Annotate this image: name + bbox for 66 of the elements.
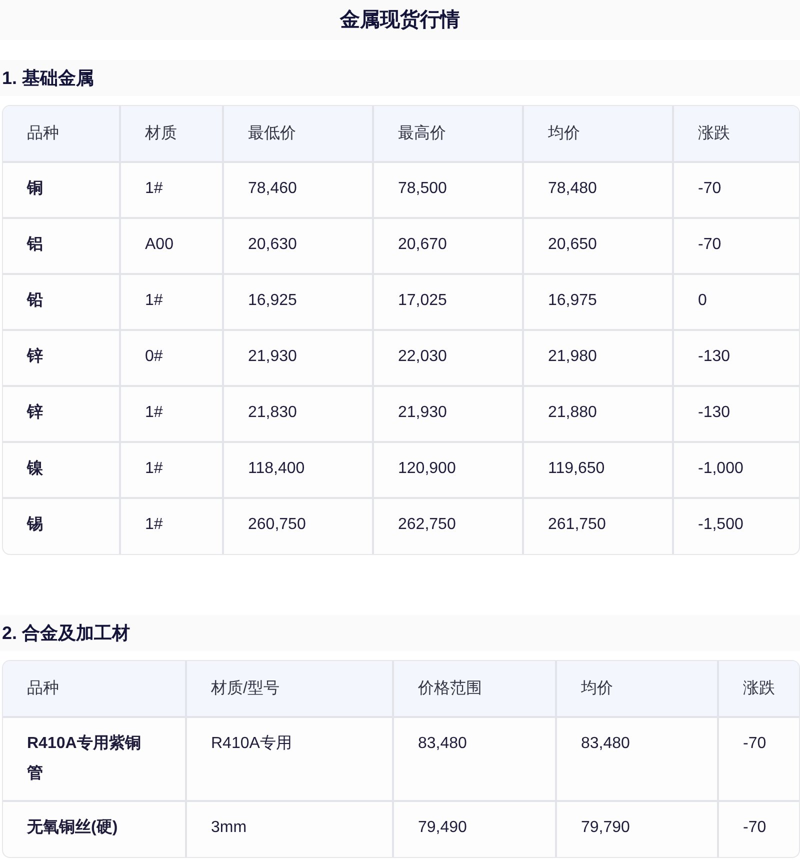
table-cell: 20,670 <box>373 218 523 274</box>
column-header: 最高价 <box>373 106 523 162</box>
table-cell: 119,650 <box>523 442 673 498</box>
table-cell: 83,480 <box>556 717 718 801</box>
table-cell: 3mm <box>186 801 393 857</box>
table-cell: 1# <box>120 162 223 218</box>
column-header: 品种 <box>3 106 120 162</box>
table-cell: R410A专用 <box>186 717 393 801</box>
table-cell: -70 <box>673 218 799 274</box>
table-cell: 21,830 <box>223 386 373 442</box>
table-cell: 21,930 <box>373 386 523 442</box>
column-header: 均价 <box>556 661 718 717</box>
product-name: 铝 <box>3 218 120 274</box>
table-cell: 118,400 <box>223 442 373 498</box>
table-cell: 16,975 <box>523 274 673 330</box>
table-cell: -70 <box>718 717 799 801</box>
table-cell: -1,500 <box>673 498 799 554</box>
table-cell: 20,650 <box>523 218 673 274</box>
product-name: 铜 <box>3 162 120 218</box>
table-cell: 79,490 <box>393 801 556 857</box>
table-cell: 262,750 <box>373 498 523 554</box>
table-cell: 21,980 <box>523 330 673 386</box>
table-cell: 260,750 <box>223 498 373 554</box>
table-cell: 120,900 <box>373 442 523 498</box>
table-cell: 78,460 <box>223 162 373 218</box>
column-header: 材质 <box>120 106 223 162</box>
product-name: R410A专用紫铜管 <box>3 717 186 801</box>
table-cell: 17,025 <box>373 274 523 330</box>
table-cell: 79,790 <box>556 801 718 857</box>
table-cell: -130 <box>673 386 799 442</box>
table-cell: 22,030 <box>373 330 523 386</box>
product-name: 镍 <box>3 442 120 498</box>
section-heading: 2. 合金及加工材 <box>2 622 130 644</box>
product-name: 锡 <box>3 498 120 554</box>
column-header: 价格范围 <box>393 661 556 717</box>
table-cell: -1,000 <box>673 442 799 498</box>
table-cell: 20,630 <box>223 218 373 274</box>
table-cell: 21,880 <box>523 386 673 442</box>
table-cell: 78,480 <box>523 162 673 218</box>
section-heading: 1. 基础金属 <box>2 66 94 90</box>
table-cell: 0 <box>673 274 799 330</box>
column-header: 最低价 <box>223 106 373 162</box>
product-name: 锌 <box>3 386 120 442</box>
table-cell: -70 <box>673 162 799 218</box>
column-header: 涨跌 <box>673 106 799 162</box>
table-cell: 1# <box>120 498 223 554</box>
table-cell: 78,500 <box>373 162 523 218</box>
page-title: 金属现货行情 <box>340 8 460 33</box>
table-cell: -70 <box>718 801 799 857</box>
table-cell: 16,925 <box>223 274 373 330</box>
table-cell: 83,480 <box>393 717 556 801</box>
table-cell: 1# <box>120 442 223 498</box>
product-name: 锌 <box>3 330 120 386</box>
table-cell: 0# <box>120 330 223 386</box>
table-cell: 1# <box>120 386 223 442</box>
column-header: 涨跌 <box>718 661 799 717</box>
column-header: 材质/型号 <box>186 661 393 717</box>
table-cell: 1# <box>120 274 223 330</box>
column-header: 均价 <box>523 106 673 162</box>
product-name: 无氧铜丝(硬) <box>3 801 186 857</box>
column-header: 品种 <box>3 661 186 717</box>
table-cell: -130 <box>673 330 799 386</box>
table-cell: 21,930 <box>223 330 373 386</box>
product-name: 铅 <box>3 274 120 330</box>
table-cell: A00 <box>120 218 223 274</box>
table-cell: 261,750 <box>523 498 673 554</box>
